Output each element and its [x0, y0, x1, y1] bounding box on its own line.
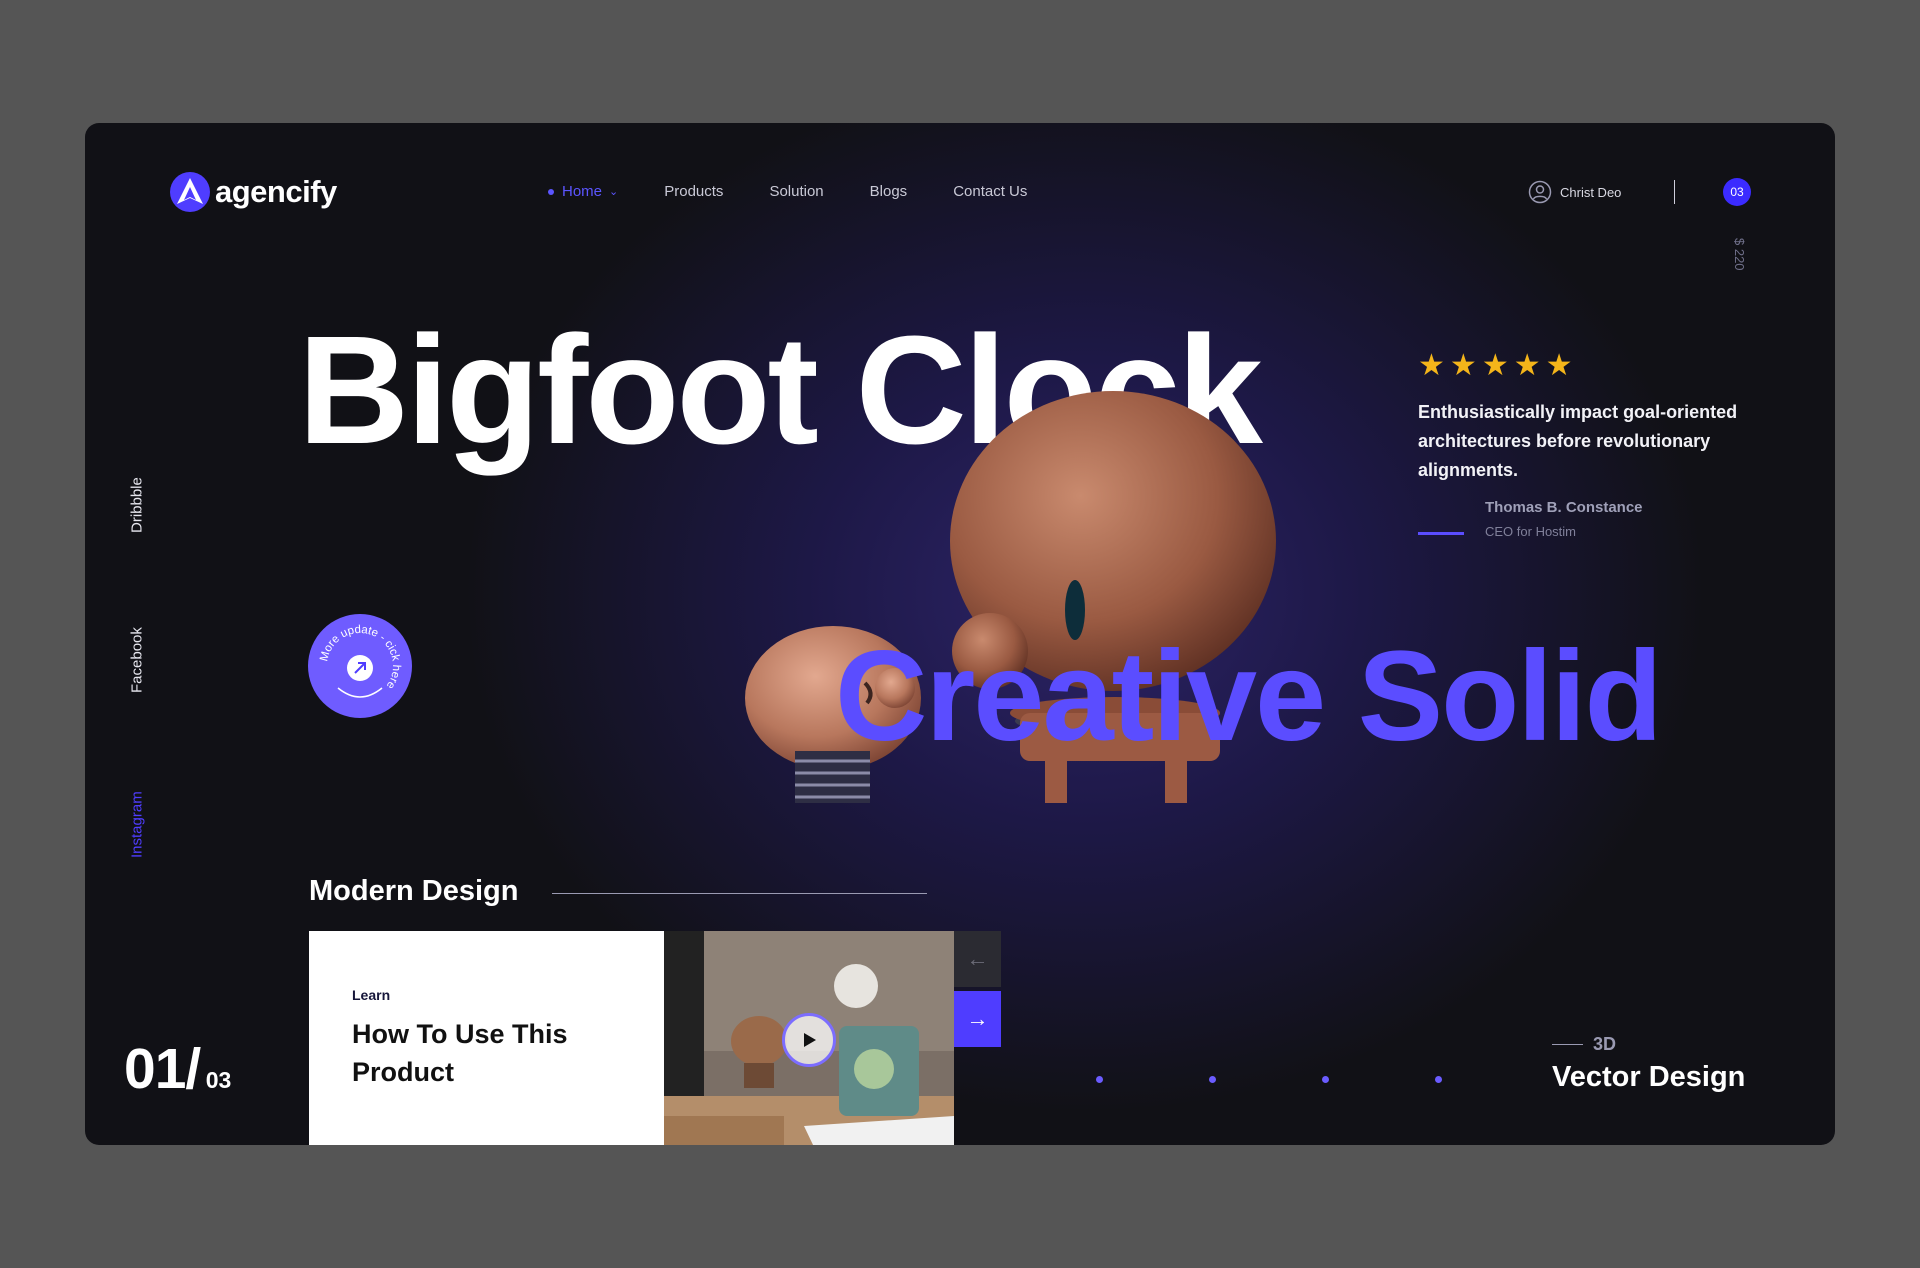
feature-kicker: 3D [1552, 1034, 1616, 1055]
feature-title: Vector Design [1552, 1061, 1746, 1093]
cart-count-badge[interactable]: 03 [1723, 178, 1751, 206]
main-nav: Home ⌄ Products Solution Blogs Contact U… [548, 183, 1073, 200]
rating-stars: ★ ★ ★ ★ ★ [1418, 351, 1578, 381]
arrow-left-icon: ← [966, 946, 989, 971]
nav-products[interactable]: Products [664, 183, 723, 200]
slide-total: 03 [205, 1067, 232, 1093]
slide-separator: / [185, 1037, 202, 1101]
section-divider [552, 893, 927, 894]
slide-current: 01 [124, 1037, 186, 1101]
star-icon: ★ [1545, 349, 1573, 382]
arrow-right-icon: → [966, 1006, 989, 1031]
logo-text: agencify [215, 174, 337, 209]
section-title: Modern Design [309, 875, 519, 907]
video-thumbnail[interactable] [664, 931, 954, 1145]
learn-card[interactable]: Learn How To Use This Product [309, 931, 664, 1145]
star-icon: ★ [1418, 349, 1445, 382]
app-frame: agencify Home ⌄ Products Solution Blogs … [85, 123, 1835, 1145]
slider-dot[interactable] [1435, 1076, 1442, 1083]
author-role: CEO for Hostim [1485, 524, 1577, 539]
social-facebook[interactable]: Facebook [107, 583, 167, 693]
slider-dot[interactable] [1322, 1076, 1329, 1083]
nav-solution[interactable]: Solution [769, 183, 823, 200]
star-icon: ★ [1449, 349, 1477, 382]
user-name: Christ Deo [1560, 184, 1622, 200]
chevron-down-icon: ⌄ [609, 186, 619, 198]
nav-contact[interactable]: Contact Us [953, 183, 1027, 200]
testimonial-quote: Enthusiastically impact goal-oriented ar… [1418, 402, 1738, 480]
nav-blogs-label: Blogs [869, 183, 908, 200]
nav-home[interactable]: Home ⌄ [548, 183, 618, 200]
card-kicker: Learn [352, 987, 391, 1003]
star-icon: ★ [1513, 349, 1541, 382]
slider-prev-button[interactable]: ← [954, 931, 1001, 987]
more-update-button[interactable]: More update - cick here [308, 614, 412, 718]
testimonial-author: Thomas B. Constance CEO for Hostim [1485, 499, 1643, 539]
logo-mark-icon [170, 172, 210, 212]
nav-contact-label: Contact Us [953, 183, 1028, 200]
card-title: How To Use This Product [352, 1019, 568, 1087]
header-divider [1674, 180, 1675, 204]
slider-dot[interactable] [1096, 1076, 1103, 1083]
author-name: Thomas B. Constance [1485, 499, 1643, 516]
nav-home-label: Home [562, 183, 603, 200]
star-icon: ★ [1481, 349, 1509, 382]
slider-next-button[interactable]: → [954, 991, 1001, 1047]
nav-solution-label: Solution [769, 183, 824, 200]
slider-dot[interactable] [1209, 1076, 1216, 1083]
user-icon [1528, 180, 1552, 204]
hero-accent: Creative Solid [835, 625, 1663, 768]
author-accent-line [1418, 532, 1464, 535]
play-icon [804, 1033, 816, 1047]
nav-products-label: Products [664, 183, 724, 200]
circle-cta-graphic: More update - cick here [318, 624, 402, 698]
user-menu[interactable]: Christ Deo [1528, 180, 1621, 204]
active-dot-icon [548, 188, 554, 195]
logo[interactable]: agencify [169, 171, 337, 213]
cart-price: $ 220 [1732, 238, 1747, 271]
play-button[interactable] [782, 1013, 836, 1067]
nav-blogs[interactable]: Blogs [870, 183, 908, 200]
slide-counter: 01/ 03 [124, 1036, 231, 1102]
social-instagram[interactable]: Instagram [107, 748, 167, 858]
social-dribbble[interactable]: Dribbble [107, 423, 167, 533]
